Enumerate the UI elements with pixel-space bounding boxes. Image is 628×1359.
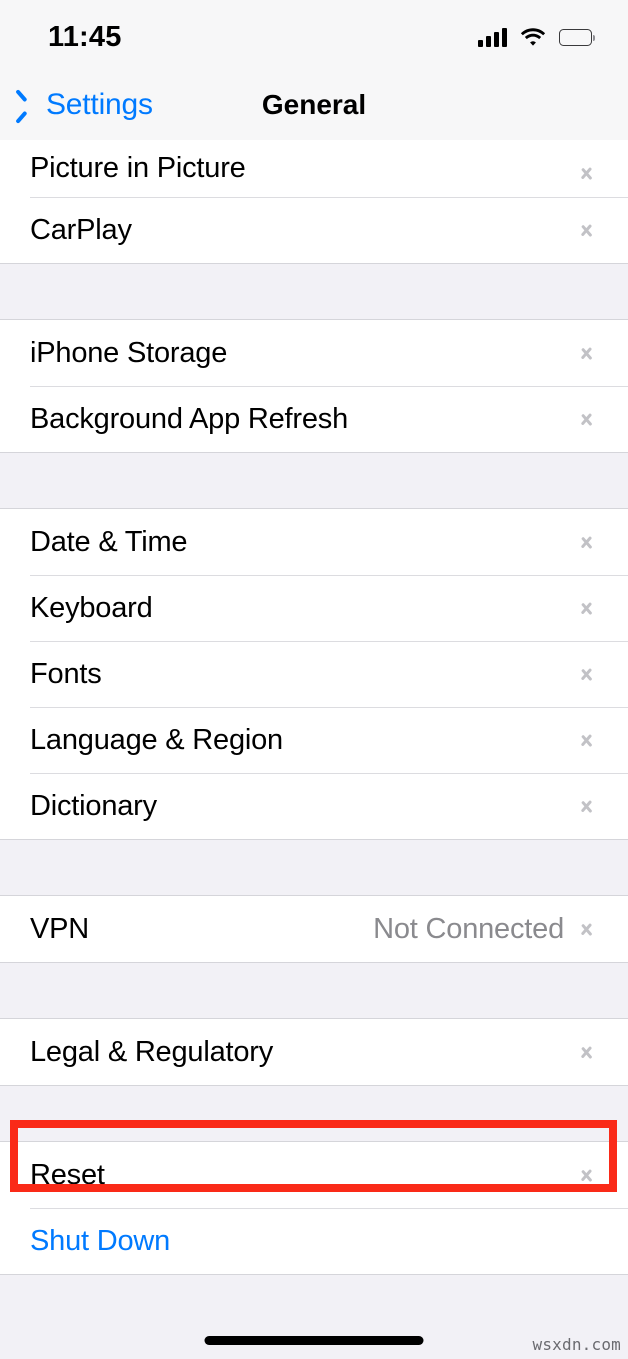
group-gap (0, 453, 628, 508)
chevron-right-icon (581, 917, 594, 941)
list-item[interactable]: iPhone Storage (0, 320, 628, 386)
list-item-label: Dictionary (30, 789, 157, 822)
group-gap (0, 264, 628, 319)
iphone-screen: 11:45 Settings General Picture in Pictur… (0, 0, 628, 1359)
group-gap (0, 1086, 628, 1141)
home-indicator[interactable] (204, 1336, 424, 1345)
list-item[interactable]: CarPlay (0, 197, 628, 263)
chevron-right-icon (581, 728, 594, 752)
list-item-label: Language & Region (30, 723, 283, 756)
list-item-label: Shut Down (30, 1224, 171, 1257)
list-item[interactable]: Shut Down (0, 1208, 628, 1274)
list-item[interactable]: Language & Region (0, 707, 628, 773)
wifi-icon (520, 27, 546, 47)
navigation-bar: Settings General (0, 70, 628, 140)
status-bar-indicators (478, 27, 596, 47)
chevron-right-icon (581, 1040, 594, 1064)
list-item-label: Keyboard (30, 591, 153, 624)
group-gap (0, 963, 628, 1018)
settings-list[interactable]: Picture in Picture CarPlay iPhone Storage B… (0, 140, 628, 1359)
list-item-label: Date & Time (30, 525, 188, 558)
settings-group-vpn-group: VPN Not Connected (0, 895, 628, 963)
list-item[interactable]: Reset (0, 1142, 628, 1208)
chevron-right-icon (581, 341, 594, 365)
status-bar-time: 11:45 (48, 20, 122, 53)
list-item-label: CarPlay (30, 213, 132, 246)
chevron-left-icon (22, 93, 37, 118)
settings-group-legal-group: Legal & Regulatory (0, 1018, 628, 1086)
status-bar: 11:45 (0, 0, 628, 70)
settings-group-localization-group: Date & Time Keyboard Fonts Language & Regio… (0, 508, 628, 840)
battery-icon (559, 28, 596, 46)
list-item[interactable]: Picture in Picture (0, 140, 628, 197)
cellular-signal-icon (478, 27, 507, 47)
chevron-right-icon (581, 794, 594, 818)
list-item[interactable]: VPN Not Connected (0, 896, 628, 962)
chevron-right-icon (581, 596, 594, 620)
list-item[interactable]: Dictionary (0, 773, 628, 839)
list-item[interactable]: Keyboard (0, 575, 628, 641)
list-item-label: Legal & Regulatory (30, 1035, 274, 1068)
list-item-label: Background App Refresh (30, 402, 349, 435)
back-button-settings[interactable]: Settings (0, 88, 153, 122)
list-item[interactable]: Date & Time (0, 509, 628, 575)
settings-group-storage-group: iPhone Storage Background App Refresh (0, 319, 628, 453)
back-button-label: Settings (46, 88, 153, 121)
list-item-label: Reset (30, 1158, 105, 1191)
chevron-right-icon (581, 662, 594, 686)
group-gap (0, 840, 628, 895)
settings-group-reset-group: Reset Shut Down (0, 1141, 628, 1275)
list-item-value: Not Connected (373, 912, 564, 945)
list-item-label: iPhone Storage (30, 336, 228, 369)
list-item-label: VPN (30, 912, 90, 945)
list-item-label: Picture in Picture (30, 152, 246, 184)
chevron-right-icon (581, 218, 594, 242)
chevron-right-icon (581, 161, 594, 185)
chevron-right-icon (581, 1163, 594, 1187)
list-item[interactable]: Fonts (0, 641, 628, 707)
watermark: wsxdn.com (532, 1335, 621, 1354)
list-item-label: Fonts (30, 657, 102, 690)
chevron-right-icon (581, 530, 594, 554)
chevron-right-icon (581, 407, 594, 431)
list-item[interactable]: Background App Refresh (0, 386, 628, 452)
list-item[interactable]: Legal & Regulatory (0, 1019, 628, 1085)
settings-group-display-group: Picture in Picture CarPlay (0, 140, 628, 264)
